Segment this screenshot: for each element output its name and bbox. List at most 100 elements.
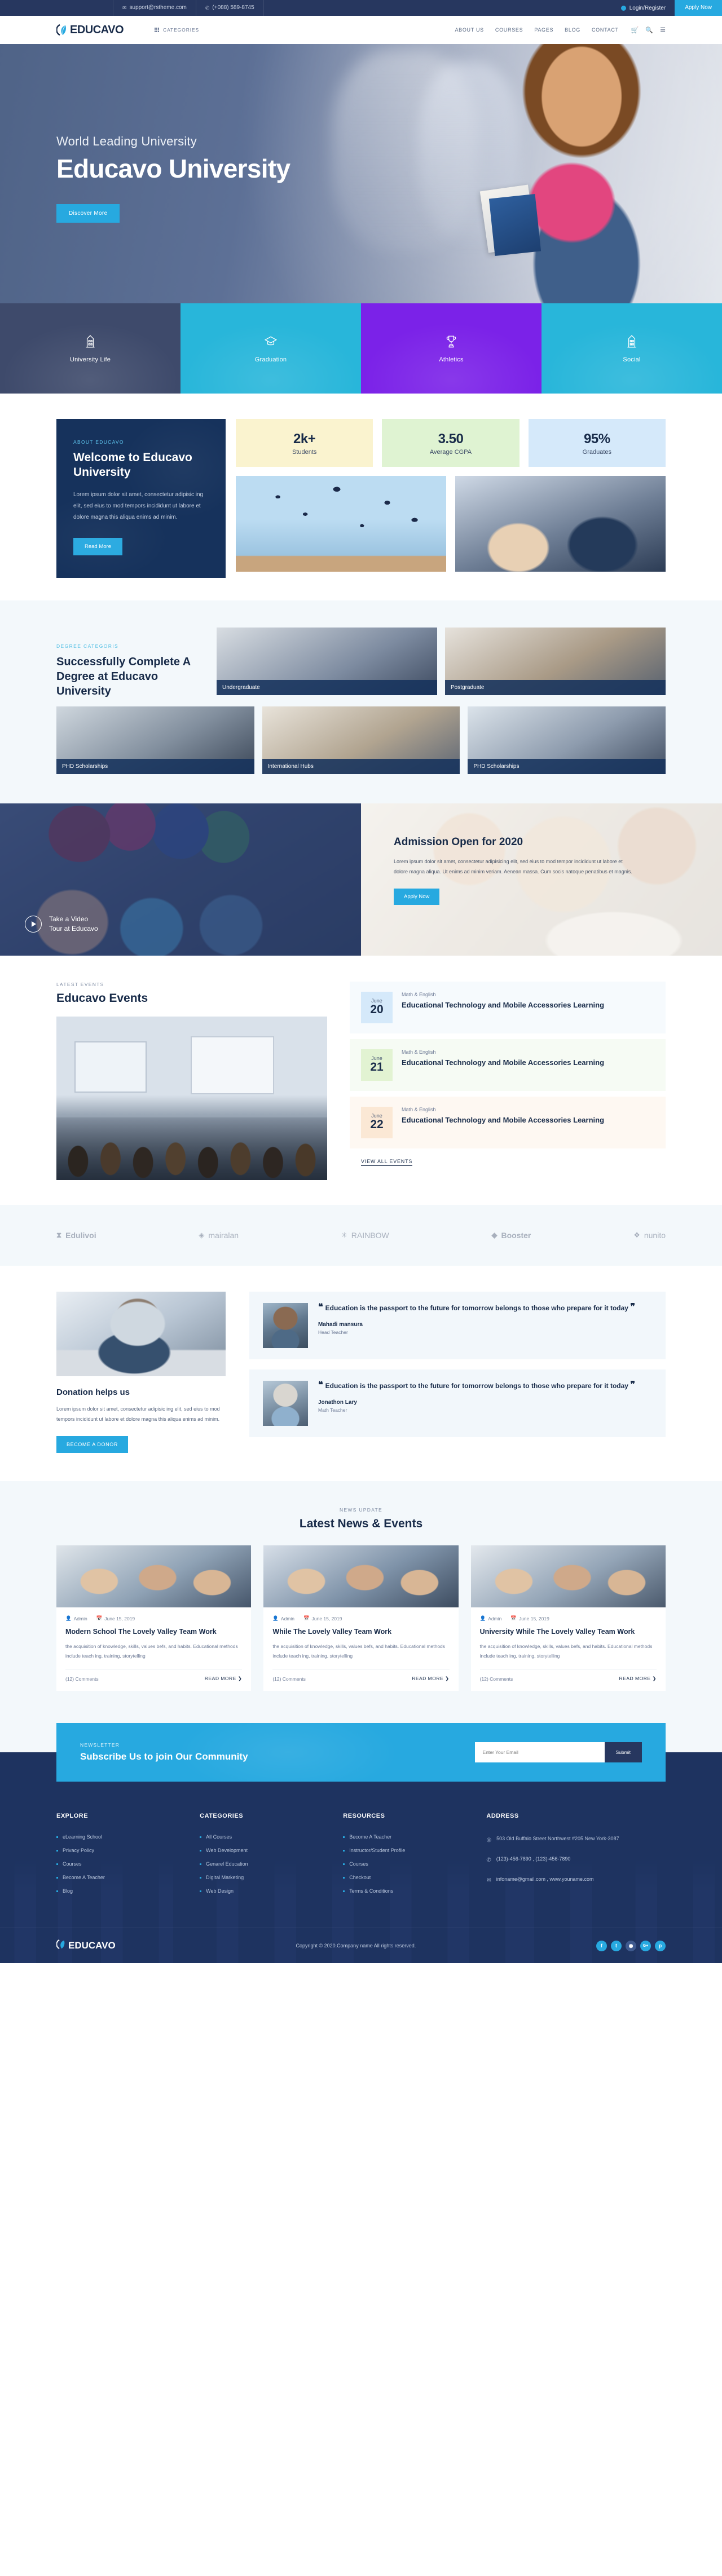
event-date-badge: June 22 — [361, 1106, 393, 1138]
quote-close-icon: ❞ — [630, 1380, 635, 1390]
tile-university-life[interactable]: University Life — [0, 303, 180, 394]
projector-screen-2 — [192, 1037, 273, 1093]
donation-paragraph: Lorem ipsum dolor sit amet, consectetur … — [56, 1406, 220, 1422]
brand-mairalan[interactable]: ◈ mairalan — [199, 1231, 239, 1240]
about-paragraph: Lorem ipsum dolor sit amet, consectetur … — [73, 491, 204, 520]
news-date: 📅 June 15, 2019 — [510, 1615, 549, 1621]
newsletter-title: Subscribe Us to join Our Community — [80, 1751, 248, 1762]
graduation-caps-photo — [236, 476, 446, 572]
user-icon: 👤 — [479, 1615, 486, 1621]
phone-contact[interactable]: ✆ (+088) 589-8745 — [195, 0, 264, 16]
footer-link[interactable]: Checkout — [343, 1875, 486, 1880]
view-all-events-link[interactable]: VIEW ALL EVENTS — [361, 1159, 413, 1166]
footer-logo[interactable]: EDUCAVO — [56, 1939, 116, 1952]
degree-card-undergraduate[interactable]: Undergraduate — [217, 627, 437, 695]
nav-item-about-us[interactable]: ABOUT US — [455, 27, 483, 33]
read-more-link[interactable]: READ MORE ❯ — [619, 1676, 657, 1682]
brand-edulivoi[interactable]: ⧗ Edulivoi — [56, 1231, 96, 1240]
discover-more-button[interactable]: Discover More — [56, 204, 120, 223]
footer-link[interactable]: Web Development — [200, 1848, 343, 1853]
event-item[interactable]: June 22 Math & English Educational Techn… — [350, 1096, 666, 1148]
read-more-button[interactable]: Read More — [73, 537, 122, 555]
nav-item-pages[interactable]: PAGES — [534, 27, 553, 33]
nav-item-blog[interactable]: BLOG — [565, 27, 580, 33]
tile-social[interactable]: Social — [542, 303, 722, 394]
read-more-link[interactable]: READ MORE ❯ — [412, 1676, 449, 1682]
email-contact[interactable]: ✉ support@rstheme.com — [113, 0, 196, 16]
phone-icon: ✆ — [486, 1857, 491, 1864]
degree-card-phd-scholarships-2[interactable]: PHD Scholarships — [468, 706, 666, 774]
page-root: ✉ support@rstheme.com ✆ (+088) 589-8745 … — [0, 0, 722, 1964]
about-section: ABOUT EDUCAVO Welcome to Educavo Univers… — [0, 394, 722, 600]
pinterest-icon[interactable]: p — [655, 1940, 666, 1951]
event-day: 21 — [370, 1061, 384, 1074]
brand-rainbow[interactable]: ✳ RAINBOW — [341, 1231, 389, 1240]
tile-label: Social — [623, 356, 641, 363]
tile-label: Athletics — [439, 356, 464, 363]
brand-name: Booster — [501, 1230, 531, 1240]
footer-link[interactable]: Privacy Policy — [56, 1848, 200, 1853]
login-register-link[interactable]: Login/Register — [612, 5, 675, 11]
bullet-icon — [200, 1849, 202, 1852]
hamburger-menu-icon[interactable]: ☰ — [660, 26, 666, 34]
address-phone[interactable]: ✆ (123)-456-7890 , (123)-456-7890 — [486, 1854, 666, 1866]
become-a-donor-button[interactable]: BECOME A DONOR — [56, 1436, 128, 1453]
twitter-icon[interactable]: t — [611, 1940, 622, 1951]
footer-link[interactable]: eLearning School — [56, 1834, 200, 1840]
footer-column-explore: EXPLORE eLearning School Privacy Policy … — [56, 1813, 200, 1902]
play-icon[interactable] — [25, 916, 42, 933]
footer-link[interactable]: Courses — [343, 1861, 486, 1867]
newsletter-email-input[interactable] — [474, 1742, 605, 1763]
bullet-icon — [343, 1863, 345, 1865]
bullet-icon — [56, 1876, 58, 1879]
phone-icon: ✆ — [205, 5, 210, 11]
testimonial-item: ❝ Education is the passport to the future… — [249, 1291, 666, 1359]
instagram-icon[interactable]: ◉ — [626, 1940, 636, 1951]
footer-link[interactable]: Genarel Education — [200, 1861, 343, 1867]
news-photo — [470, 1545, 666, 1608]
event-title: Educational Technology and Mobile Access… — [402, 1058, 605, 1067]
footer-link[interactable]: Digital Marketing — [200, 1875, 343, 1880]
search-icon[interactable]: 🔍 — [645, 26, 653, 34]
event-item[interactable]: June 20 Math & English Educational Techn… — [350, 981, 666, 1033]
news-card[interactable]: 👤 Admin 📅 June 15, 2019 Modern School The … — [56, 1545, 252, 1691]
donation-photo — [56, 1291, 226, 1376]
news-grid: 👤 Admin 📅 June 15, 2019 Modern School The … — [56, 1545, 666, 1691]
quote-close-icon: ❞ — [630, 1302, 635, 1312]
tile-athletics[interactable]: Athletics — [361, 303, 542, 394]
brand-nunito[interactable]: ❖ nunito — [633, 1231, 666, 1240]
news-card[interactable]: 👤 Admin 📅 June 15, 2019 University While T… — [470, 1545, 666, 1691]
footer-link[interactable]: Blog — [56, 1888, 200, 1894]
cart-icon[interactable]: 🛒 — [631, 26, 639, 34]
google-plus-icon[interactable]: G+ — [640, 1940, 651, 1951]
admission-apply-now-button[interactable]: Apply Now — [394, 889, 440, 905]
nav-item-contact[interactable]: CONTACT — [592, 27, 619, 33]
address-email[interactable]: ✉ infoname@gmail.com , www.youname.com — [486, 1875, 666, 1886]
news-card[interactable]: 👤 Admin 📅 June 15, 2019 While The Lovely V… — [263, 1545, 459, 1691]
footer-link[interactable]: Courses — [56, 1861, 200, 1867]
event-title: Educational Technology and Mobile Access… — [402, 1000, 605, 1009]
footer-link[interactable]: Become A Teacher — [56, 1875, 200, 1880]
footer-link[interactable]: Web Design — [200, 1888, 343, 1894]
video-tour-cta[interactable]: Take a Video Tour at Educavo — [25, 914, 98, 934]
degree-card-international-hubs[interactable]: International Hubs — [262, 706, 460, 774]
top-bar: ✉ support@rstheme.com ✆ (+088) 589-8745 … — [0, 0, 722, 16]
footer-link[interactable]: Terms & Conditions — [343, 1888, 486, 1894]
video-tour-panel[interactable]: Take a Video Tour at Educavo — [0, 803, 361, 956]
degree-card-phd-scholarships[interactable]: PHD Scholarships — [56, 706, 254, 774]
footer-link[interactable]: All Courses — [200, 1834, 343, 1840]
tile-graduation[interactable]: Graduation — [180, 303, 361, 394]
footer-link[interactable]: Become A Teacher — [343, 1834, 486, 1840]
degree-card-postgraduate[interactable]: Postgraduate — [445, 627, 666, 695]
read-more-link[interactable]: READ MORE ❯ — [205, 1676, 242, 1682]
footer-link[interactable]: Instructor/Student Profile — [343, 1848, 486, 1853]
facebook-icon[interactable]: f — [596, 1940, 607, 1951]
events-section: LATEST EVENTS Educavo Events June 20 Mat… — [0, 955, 722, 1205]
hero-subtitle: World Leading University — [56, 134, 197, 148]
event-item[interactable]: June 21 Math & English Educational Techn… — [350, 1039, 666, 1091]
diamond-icon: ◈ — [199, 1230, 205, 1239]
brand-booster[interactable]: ◆ Booster — [491, 1231, 531, 1240]
newsletter-submit-button[interactable]: Submit — [604, 1742, 642, 1763]
apply-now-button[interactable]: Apply Now — [675, 0, 722, 16]
nav-item-courses[interactable]: COURSES — [495, 27, 523, 33]
